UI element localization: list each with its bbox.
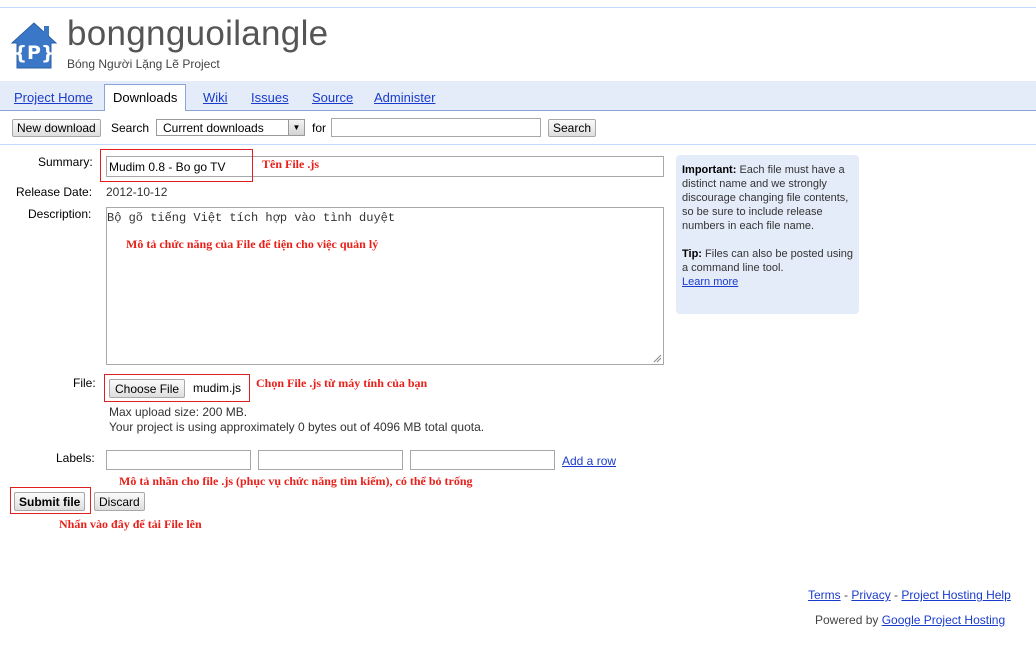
downloads-toolbar: New download Search Current downloads ▼ …	[0, 111, 1036, 145]
powered-by: Powered by Google Project Hosting	[815, 613, 1005, 627]
tab-administer[interactable]: Administer	[374, 90, 435, 105]
footer-separator-2: -	[894, 588, 899, 602]
project-subtitle: Bóng Người Lặng Lẽ Project	[67, 57, 220, 71]
downloads-scope-select[interactable]: Current downloads ▼	[156, 119, 305, 136]
label-input-2[interactable]	[258, 450, 403, 470]
tip-note: Tip: Files can also be posted using a co…	[682, 247, 853, 289]
add-row-link[interactable]: Add a row	[562, 454, 616, 468]
label-input-3[interactable]	[410, 450, 555, 470]
description-label: Description:	[28, 207, 92, 221]
tip-heading: Tip:	[682, 248, 702, 260]
submit-file-button[interactable]: Submit file	[14, 492, 86, 511]
chevron-down-icon[interactable]: ▼	[288, 120, 304, 135]
new-download-button[interactable]: New download	[12, 119, 101, 137]
tab-downloads[interactable]: Downloads	[104, 84, 187, 112]
project-hosting-help-link[interactable]: Project Hosting Help	[901, 588, 1010, 602]
tab-project-home[interactable]: Project Home	[14, 90, 93, 105]
resize-handle-icon[interactable]	[653, 354, 662, 363]
label-input-1[interactable]	[106, 450, 251, 470]
discard-button[interactable]: Discard	[94, 492, 145, 511]
info-box: Important: Each file must have a distinc…	[676, 155, 859, 314]
submit-annotation: Nhấn vào đây để tải File lên	[59, 517, 202, 531]
tab-source[interactable]: Source	[312, 90, 353, 105]
footer-links: Terms - Privacy - Project Hosting Help	[808, 588, 1011, 602]
powered-by-text: Powered by	[815, 613, 879, 627]
release-date-label: Release Date:	[16, 185, 93, 199]
learn-more-link[interactable]: Learn more	[682, 276, 738, 288]
select-value: Current downloads	[163, 121, 264, 135]
description-annotation: Mô tả chức năng của File để tiện cho việ…	[126, 237, 379, 251]
summary-highlight-box	[100, 149, 253, 182]
description-text: Bộ gõ tiếng Việt tích hợp vào tình duyệt	[107, 211, 396, 225]
project-name[interactable]: bongnguoilangle	[67, 14, 328, 54]
terms-link[interactable]: Terms	[808, 588, 841, 602]
tab-issues[interactable]: Issues	[251, 90, 289, 105]
search-button[interactable]: Search	[548, 119, 597, 137]
google-project-hosting-link[interactable]: Google Project Hosting	[882, 613, 1005, 627]
privacy-link[interactable]: Privacy	[851, 588, 890, 602]
search-label: Search	[111, 121, 150, 135]
top-border	[0, 7, 1036, 8]
search-input[interactable]	[331, 118, 541, 137]
summary-annotation: Tên File .js	[262, 157, 319, 171]
release-date-value: 2012-10-12	[106, 185, 168, 199]
for-label: for	[312, 121, 327, 135]
file-annotation: Chọn File .js từ máy tính của bạn	[256, 376, 428, 390]
choose-file-button[interactable]: Choose File	[109, 379, 186, 398]
labels-annotation: Mô tả nhãn cho file .js (phục vụ chức nă…	[119, 474, 473, 488]
max-upload-text: Max upload size: 200 MB.	[109, 405, 248, 419]
selected-file-name: mudim.js	[193, 381, 242, 395]
tip-text: Files can also be posted using a command…	[682, 248, 854, 274]
description-textarea[interactable]	[106, 207, 664, 365]
file-label: File:	[73, 376, 96, 390]
quota-text: Your project is using approximately 0 by…	[109, 420, 485, 434]
tab-bar: Project Home Downloads Wiki Issues Sourc…	[0, 81, 1036, 112]
important-note: Important: Each file must have a distinc…	[682, 163, 853, 233]
logo-letter: {P}	[14, 42, 55, 64]
footer-separator-1: -	[844, 588, 849, 602]
important-heading: Important:	[682, 164, 737, 176]
project-logo-icon[interactable]: {P}	[10, 22, 58, 70]
tab-wiki[interactable]: Wiki	[203, 90, 228, 105]
summary-label: Summary:	[38, 155, 93, 169]
labels-label: Labels:	[56, 451, 95, 465]
